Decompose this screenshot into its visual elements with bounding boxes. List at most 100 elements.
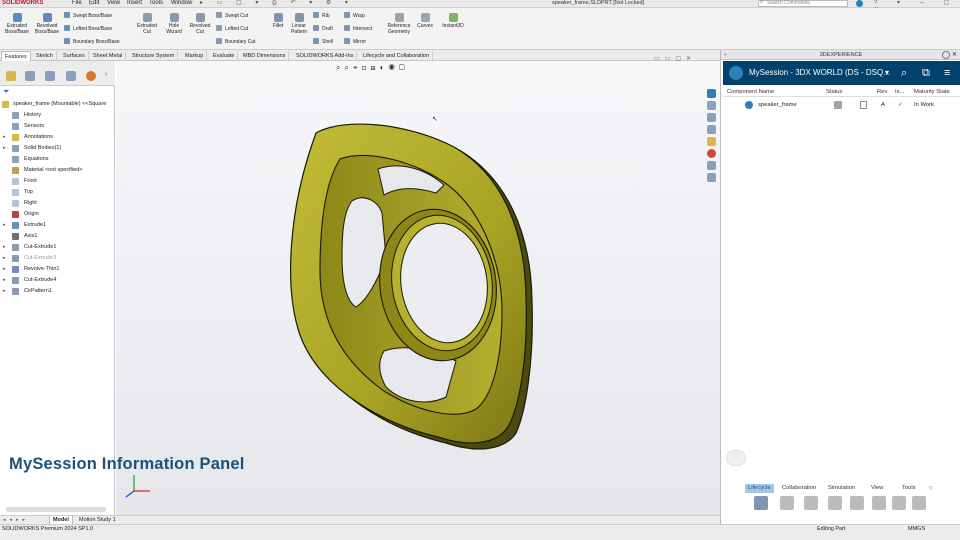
column-is[interactable]: Is... [895,87,904,97]
tab-sketch[interactable]: Sketch [33,51,57,61]
property-manager-tab-icon[interactable] [25,71,35,81]
revolved-boss-button[interactable]: Revolved Boss/Base [33,11,61,35]
tab-lifecycle-collaboration[interactable]: Lifecycle and Collaboration [360,51,434,61]
file-explorer-tab-icon[interactable] [707,137,716,146]
curves-button[interactable]: Curves [415,11,435,29]
tab-solidworks-addins[interactable]: SOLIDWORKS Add-Ins [293,51,358,61]
view-palette-tab-icon[interactable] [707,173,716,182]
chat-icon[interactable] [726,450,746,466]
tree-item[interactable]: Equations [0,154,115,165]
tab-structure-system[interactable]: Structure System [129,51,179,61]
draft-button[interactable]: Draft [313,25,333,33]
expand-arrow-icon[interactable]: ▸ [3,275,6,286]
column-rev[interactable]: Rev [877,87,887,97]
menu-file[interactable]: File [72,0,82,7]
boundary-boss-button[interactable]: Boundary Boss/Base [64,38,120,46]
tab-view[interactable]: View [868,484,886,493]
expand-arrow-icon[interactable]: ▸ [3,286,6,297]
unit-system[interactable]: MMGS [908,526,925,533]
tag-icon[interactable]: ⧉ [922,66,930,80]
display-manager-tab-icon[interactable] [86,71,96,81]
tab-evaluate[interactable]: Evaluate [210,51,239,61]
instant3d-button[interactable]: Instant3D [439,11,467,29]
heads-up-view-toolbar[interactable]: ⌕⌕⌖⊡⊞◐◉▢ [336,63,409,73]
design-library-tab-icon[interactable] [707,125,716,134]
tree-item[interactable]: ▸ Solid Bodies(1) [0,143,115,154]
tree-item[interactable]: Top [0,187,115,198]
custom-properties-tab-icon[interactable] [707,161,716,170]
chevron-right-icon[interactable]: › [105,71,107,78]
structure-icon[interactable] [850,496,864,510]
tree-item[interactable]: Front [0,176,115,187]
expand-arrow-icon[interactable]: ▸ [3,242,6,253]
feature-manager-tab-icon[interactable] [6,71,16,81]
menu-view[interactable]: View [107,0,120,7]
chevron-down-icon[interactable]: ▿ [929,484,933,493]
tree-item[interactable]: Right [0,198,115,209]
tab-sheet-metal[interactable]: Sheet Metal [90,51,127,61]
tab-mbd-dimensions[interactable]: MBD Dimensions [240,51,290,61]
maturity-icon[interactable] [828,496,842,510]
tree-item[interactable]: ▸ Revolve-Thin1 [0,264,115,275]
revolved-cut-button[interactable]: Revolved Cut [187,11,213,35]
tree-item[interactable]: ▸ Annotations [0,132,115,143]
appearances-tab-icon[interactable] [707,149,716,158]
tree-item[interactable]: Origin [0,209,115,220]
quick-access-toolbar[interactable]: ▸ ▭ ▢ ▾ ⎙ ↶ ▾ ⚙ ▾ [200,0,354,7]
hierarchy-up-icon[interactable] [912,496,926,510]
tree-item[interactable]: ▸ Cut-Extrude3 [0,253,115,264]
tree-item[interactable]: History [0,110,115,121]
tab-collaboration[interactable]: Collaboration [779,484,819,493]
tree-item[interactable]: ▸ Cut-Extrude4 [0,275,115,286]
lofted-cut-button[interactable]: Lofted Cut [216,25,248,33]
wrap-button[interactable]: Wrap [344,12,365,20]
resources-tab-icon[interactable] [707,113,716,122]
tree-item[interactable]: Sensors [0,121,115,132]
swept-boss-button[interactable]: Swept Boss/Base [64,12,112,20]
transfer-icon[interactable] [872,496,886,510]
shell-button[interactable]: Shell [313,38,333,46]
menu-tools[interactable]: Tools [149,0,163,7]
column-status[interactable]: Status [826,87,842,97]
linear-pattern-button[interactable]: Linear Pattern [288,11,310,35]
tab-surfaces[interactable]: Surfaces [60,51,89,61]
table-row[interactable]: speaker_frame A ✓ In Work [723,98,960,112]
menu-icon[interactable]: ≡ [944,66,950,80]
search-icon[interactable]: ⌕ [901,66,907,80]
expand-arrow-icon[interactable]: ▸ [3,143,6,154]
menu-window[interactable]: Window [171,0,192,7]
tab-scroll-arrows[interactable]: ◂◂▸▸ [3,516,29,524]
dimxpert-tab-icon[interactable] [66,71,76,81]
tree-item[interactable]: Material <not specified> [0,165,115,176]
revision-icon[interactable] [780,496,794,510]
swept-cut-button[interactable]: Swept Cut [216,12,248,20]
3dexperience-tab-icon[interactable] [707,89,716,98]
boundary-cut-button[interactable]: Boundary Cut [216,38,256,46]
viewport-window-buttons[interactable]: ▭▭▢✕ [654,55,696,62]
search-commands-input[interactable]: ⌕ Search Commands [758,0,848,7]
intersect-button[interactable]: Intersect [344,25,372,33]
graphics-viewport[interactable]: ↖ [116,61,720,518]
tab-markup[interactable]: Markup [182,51,208,61]
tab-lifecycle[interactable]: Lifecycle [745,484,774,493]
tree-item[interactable]: ▸ Extrude1 [0,220,115,231]
feature-manager-scrollbar[interactable] [6,507,106,512]
extruded-cut-button[interactable]: Extruded Cut [134,11,160,35]
tab-simulation[interactable]: Simulation [825,484,858,493]
search-icon[interactable] [804,496,818,510]
save-to-3dexperience-icon[interactable] [754,496,768,510]
hole-wizard-button[interactable]: Hole Wizard [161,11,187,35]
tree-item[interactable]: Axis1 [0,231,115,242]
reference-geometry-button[interactable]: Reference Geometry [384,11,414,35]
fillet-button[interactable]: Fillet [268,11,288,29]
tab-features[interactable]: Features [1,51,31,61]
chevron-down-icon[interactable]: ▾ [885,66,889,80]
expand-arrow-icon[interactable]: ▸ [3,132,6,143]
close-icon[interactable]: ✕ [952,51,957,59]
expand-arrow-icon[interactable]: ▸ [3,253,6,264]
configuration-manager-tab-icon[interactable] [45,71,55,81]
expand-arrow-icon[interactable]: ▸ [3,220,6,231]
tree-item[interactable]: ▸ CirPattern1 [0,286,115,297]
user-avatar[interactable] [856,0,863,7]
home-tab-icon[interactable] [707,101,716,110]
